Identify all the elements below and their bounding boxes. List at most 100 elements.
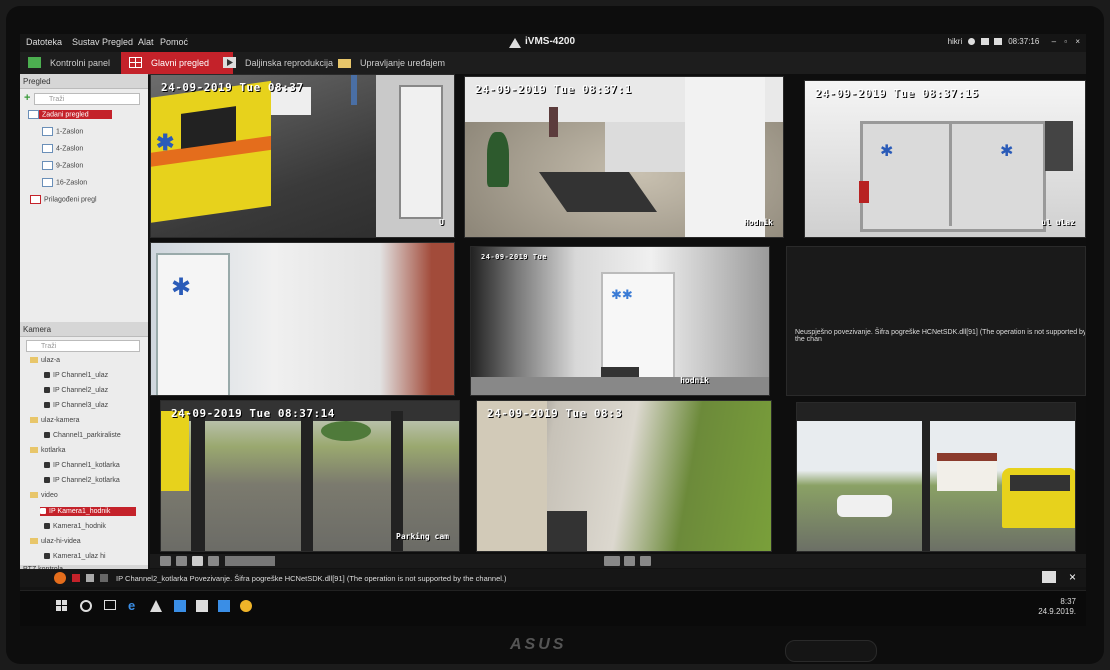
stop-all-icon[interactable]: [192, 556, 203, 566]
camera-icon: [44, 432, 50, 439]
panel-toggle-icon[interactable]: [1042, 571, 1056, 583]
view-tree-1-screen[interactable]: 1-Zaslon: [42, 127, 83, 136]
star-of-life-icon: ✱: [880, 143, 894, 160]
camera-tile-4[interactable]: ✱: [150, 242, 455, 396]
menu-bar: Datoteka Sustav Pregled Alat Pomoć iVMS-…: [20, 34, 1086, 52]
view-tree-4-screen[interactable]: 4-Zaslon: [42, 144, 83, 153]
minimize-button[interactable]: –: [1052, 37, 1056, 46]
camera-tree-item-selected[interactable]: IP Kamera1_hodnik: [40, 507, 136, 516]
screen-layout-icon: [42, 161, 53, 170]
camera-tree-folder[interactable]: ulaz-kamera: [30, 417, 80, 424]
camera-tree-folder[interactable]: video: [30, 492, 58, 499]
camera-osd-label: U: [439, 218, 444, 227]
connection-error-message: Neuspješno povezivanje. Šifra pogreške H…: [795, 329, 1086, 343]
volume-icon[interactable]: [208, 556, 219, 566]
support-column: [922, 417, 930, 551]
folder-icon: [30, 357, 38, 364]
windows-taskbar: e 8:37 24.9.2019.: [20, 590, 1086, 626]
camera-osd-timestamp: 24-09-2019 Tue: [481, 253, 548, 261]
camera-tree-item[interactable]: IP Channel2_kotlarka: [44, 477, 120, 484]
previous-page-icon[interactable]: [624, 556, 635, 566]
menu-system[interactable]: Sustav: [72, 37, 100, 47]
event-icon[interactable]: [72, 574, 80, 582]
camera-tile-9[interactable]: [796, 402, 1076, 552]
views-panel-title: Pregled: [20, 74, 148, 89]
reception-desk: [605, 122, 685, 172]
sliding-doors: [860, 121, 1046, 232]
screen: Datoteka Sustav Pregled Alat Pomoć iVMS-…: [20, 34, 1086, 626]
task-view-icon[interactable]: [104, 600, 116, 610]
star-of-life-icon: ✱: [156, 130, 175, 155]
chrome-browser-icon[interactable]: [240, 600, 252, 612]
brick-wall: [431, 243, 454, 395]
next-page-icon[interactable]: [640, 556, 651, 566]
file-explorer-icon[interactable]: [174, 600, 186, 612]
camera-tree-item[interactable]: IP Channel1_ulaz: [44, 372, 108, 379]
camera-tree-folder[interactable]: ulaz-a: [30, 357, 60, 364]
clock-time: 8:37: [1060, 597, 1076, 606]
menu-tools[interactable]: Alat: [138, 37, 154, 47]
store-icon[interactable]: [196, 600, 208, 612]
camera-search-input[interactable]: Traži: [26, 340, 140, 352]
lock-icon[interactable]: [980, 38, 989, 46]
capture-icon[interactable]: [604, 556, 620, 566]
view-tree-16-screen[interactable]: 16-Zaslon: [42, 178, 87, 187]
camera-tile-8[interactable]: 24-09-2019 Tue 08:3: [476, 400, 772, 552]
camera-tile-3[interactable]: ✱ ✱ 24-09-2019 Tue 08:37:15 ul ulaz: [804, 80, 1086, 238]
camera-icon: [40, 508, 46, 515]
sound-icon[interactable]: [100, 574, 108, 582]
folder-icon: [30, 492, 38, 499]
volume-slider[interactable]: [225, 556, 275, 566]
camera-tile-6[interactable]: Neuspješno povezivanje. Šifra pogreške H…: [786, 246, 1086, 396]
camera-tree-folder[interactable]: ulaz-hi-videa: [30, 538, 81, 545]
clock-date: 24.9.2019.: [1038, 607, 1076, 616]
support-column: [191, 411, 205, 551]
camera-tree-item[interactable]: IP Channel3_ulaz: [44, 402, 108, 409]
control-panel-icon: [28, 57, 41, 68]
screen-layout-icon: [42, 127, 53, 136]
camera-tile-2[interactable]: 24-09-2019 Tue 08:37:1 Hodnik: [464, 76, 784, 238]
event-message: IP Channel2_kotlarka Povezivanje. Šifra …: [116, 574, 507, 583]
building-wall: [477, 401, 547, 551]
camera-tree-item[interactable]: Kamera1_hodnik: [44, 523, 106, 530]
menu-help[interactable]: Pomoć: [160, 37, 188, 47]
search-icon[interactable]: [80, 600, 92, 612]
add-view-icon[interactable]: +: [24, 92, 30, 104]
layout-icon[interactable]: [160, 556, 171, 566]
tab-label: Upravljanje uređajem: [360, 58, 446, 68]
app-icon[interactable]: [218, 600, 230, 612]
views-search-input[interactable]: Traži: [34, 93, 140, 105]
maximize-button[interactable]: ▫: [1064, 37, 1067, 46]
alarm-icon[interactable]: [54, 572, 66, 584]
camera-tree-item[interactable]: Channel1_parkiraliste: [44, 432, 121, 439]
windows-start-icon[interactable]: [56, 600, 68, 612]
menu-view[interactable]: Pregled: [102, 37, 133, 47]
view-tree-9-screen[interactable]: 9-Zaslon: [42, 161, 83, 170]
view-tree-default[interactable]: Zadani pregled: [28, 110, 112, 119]
house: [937, 453, 997, 491]
status-area: hikri 08:37:16 – ▫ ×: [948, 37, 1080, 46]
window-division-icon[interactable]: [176, 556, 187, 566]
ivms-app-icon[interactable]: [150, 600, 162, 612]
camera-tile-7[interactable]: 24-09-2019 Tue 08:37:14 Parking cam: [160, 400, 460, 552]
camera-tree-item[interactable]: IP Channel2_ulaz: [44, 387, 108, 394]
menu-file[interactable]: Datoteka: [26, 37, 62, 47]
close-icon[interactable]: ×: [1069, 570, 1076, 584]
camera-tree-item[interactable]: IP Channel1_kotlarka: [44, 462, 120, 469]
camera-tree-item[interactable]: Kamera1_ulaz hi: [44, 553, 106, 560]
camera-tile-5[interactable]: ✱✱ 24-09-2019 Tue hodnik: [470, 246, 770, 396]
list-icon[interactable]: [86, 574, 94, 582]
edge-browser-icon[interactable]: e: [128, 598, 140, 613]
system-clock[interactable]: 8:37 24.9.2019.: [1038, 597, 1076, 617]
view-tree-custom[interactable]: Prilagođeni pregl: [30, 195, 97, 204]
folder-icon: [30, 538, 38, 545]
close-button[interactable]: ×: [1075, 37, 1080, 46]
camera-grid: ✱ 24-09-2019 Tue 08:37 U 24-09-2019 Tue …: [150, 74, 1086, 554]
camera-tile-1[interactable]: ✱ 24-09-2019 Tue 08:37 U: [150, 74, 455, 238]
ambulance-body: [161, 411, 189, 491]
grid-toolbar: [150, 554, 1086, 568]
camera-osd-label: hodnik: [680, 376, 709, 385]
monitor-stand: [785, 640, 877, 662]
camera-tree-folder[interactable]: kotlarka: [30, 447, 66, 454]
tab-device-management[interactable]: Upravljanje uređajem: [330, 52, 470, 74]
